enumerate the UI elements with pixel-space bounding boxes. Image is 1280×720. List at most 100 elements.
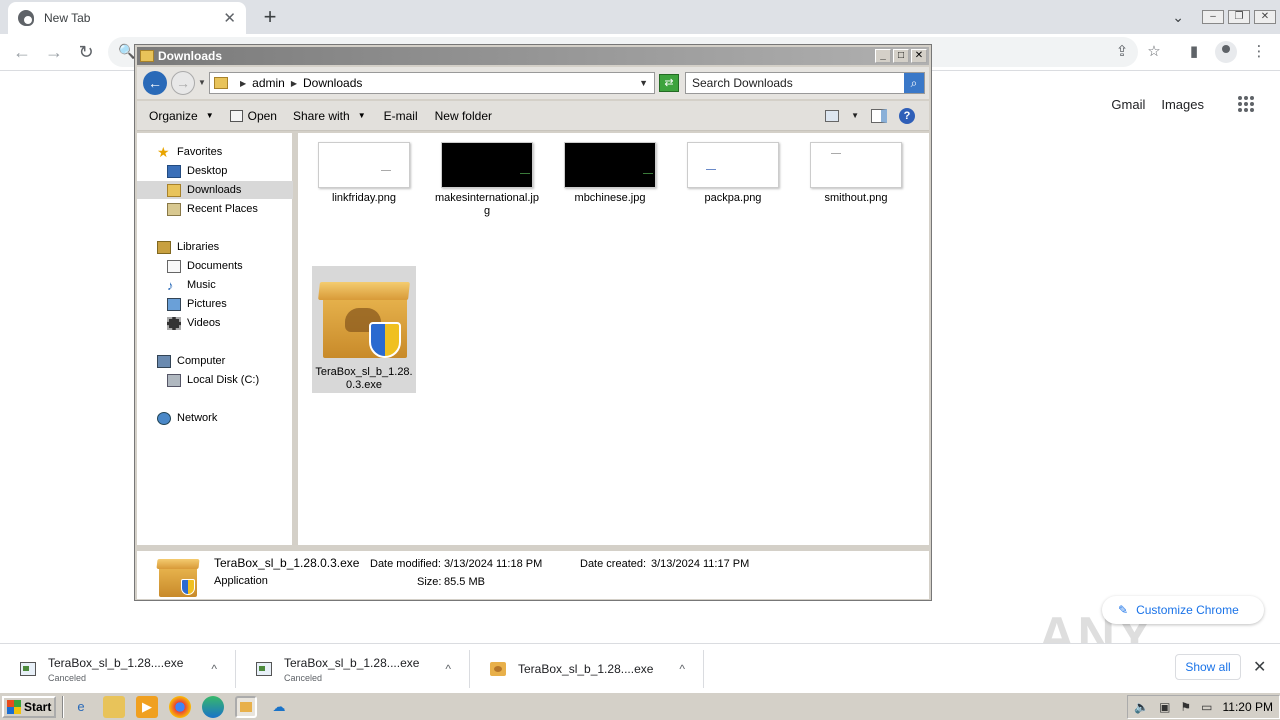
volume-icon[interactable]: 🔈 (1134, 700, 1149, 714)
forward-arrow-icon[interactable]: → (42, 40, 66, 64)
chrome-menu-icon[interactable]: ⋮ (1249, 42, 1269, 60)
edge-icon[interactable] (202, 695, 224, 718)
preview-pane-icon[interactable] (871, 108, 887, 123)
organize-button[interactable]: Organize ▼ (149, 109, 214, 123)
close-icon[interactable]: ✕ (1253, 657, 1266, 677)
terabox-cloud-icon[interactable]: ☁ (268, 696, 290, 718)
minimize-icon[interactable]: – (1202, 10, 1224, 24)
chevron-up-icon[interactable]: ^ (445, 662, 451, 676)
nav-network[interactable]: Network (137, 409, 293, 427)
recent-places-icon (167, 202, 181, 216)
close-tab-icon[interactable]: ✕ (223, 9, 236, 27)
profile-avatar-icon[interactable] (1215, 41, 1237, 63)
action-center-flag-icon[interactable]: ⚑ (1180, 700, 1191, 714)
image-thumbnail (564, 142, 656, 188)
nav-favorites[interactable]: ★ Favorites (137, 143, 293, 161)
nav-label: Pictures (187, 298, 227, 310)
star-icon: ★ (157, 143, 170, 160)
terabox-installer-icon (156, 555, 200, 597)
customize-chrome-button[interactable]: ✎ Customize Chrome (1102, 596, 1264, 624)
window-controls: ⌄ – ❐ ✕ (1172, 0, 1280, 34)
history-dropdown-icon[interactable]: ▼ (198, 78, 206, 87)
nav-recent-places[interactable]: Recent Places (137, 200, 293, 218)
address-bar[interactable]: ▶ admin ▶ Downloads ▼ (209, 72, 655, 94)
battery-icon[interactable]: ▭ (1201, 700, 1212, 714)
explorer-title: Downloads (158, 49, 223, 63)
share-with-button[interactable]: Share with ▼ (293, 109, 366, 123)
chevron-up-icon[interactable]: ^ (211, 662, 217, 676)
search-placeholder: Search Downloads (692, 76, 793, 90)
file-item-selected[interactable]: TeraBox_sl_b_1.28.0.3.exe (312, 266, 416, 393)
nav-downloads[interactable]: Downloads (137, 181, 293, 199)
file-item[interactable]: linkfriday.png (312, 133, 416, 205)
chrome-icon[interactable] (169, 695, 191, 718)
explorer-titlebar[interactable]: Downloads _ □ ✕ (137, 47, 929, 65)
nav-documents[interactable]: Documents (137, 257, 293, 275)
new-tab-button[interactable]: + (259, 4, 281, 30)
chevron-down-icon[interactable]: ▼ (639, 78, 648, 88)
breadcrumb-admin[interactable]: admin (252, 76, 285, 90)
pictures-icon (167, 297, 181, 311)
search-input[interactable]: Search Downloads ⌕ (685, 72, 925, 94)
size-label: Size: (417, 576, 442, 588)
maximize-icon[interactable]: □ (893, 49, 909, 63)
terabox-taskbar-icon[interactable] (235, 695, 257, 718)
image-thumbnail (687, 142, 779, 188)
nav-videos[interactable]: Videos (137, 314, 293, 332)
download-item[interactable]: TeraBox_sl_b_1.28....exe Canceled ^ (236, 650, 470, 688)
bookmark-star-icon[interactable]: ☆ (1144, 42, 1164, 60)
nav-computer[interactable]: Computer (137, 352, 293, 370)
breadcrumb-downloads[interactable]: Downloads (303, 76, 362, 90)
close-icon[interactable]: ✕ (911, 49, 927, 63)
nav-libraries[interactable]: Libraries (137, 238, 293, 256)
reload-icon[interactable]: ↻ (74, 40, 98, 64)
nav-pictures[interactable]: Pictures (137, 295, 293, 313)
gmail-link[interactable]: Gmail (1111, 97, 1145, 112)
back-arrow-icon[interactable]: ← (10, 40, 34, 64)
download-item[interactable]: TeraBox_sl_b_1.28....exe ^ (470, 650, 704, 688)
refresh-icon[interactable]: ⇄ (659, 74, 679, 92)
google-apps-icon[interactable] (1238, 96, 1254, 112)
tab-search-chevron-icon[interactable]: ⌄ (1172, 9, 1184, 26)
libraries-icon (157, 240, 171, 254)
file-item[interactable]: makesinternational.jpg (435, 133, 539, 218)
minimize-icon[interactable]: _ (875, 49, 891, 63)
nav-local-disk[interactable]: Local Disk (C:) (137, 371, 293, 389)
download-item[interactable]: TeraBox_sl_b_1.28....exe Canceled ^ (0, 650, 236, 688)
file-name: mbchinese.jpg (574, 192, 646, 204)
media-player-icon[interactable]: ▶ (136, 695, 158, 718)
share-icon[interactable]: ⇪ (1112, 42, 1132, 60)
close-window-icon[interactable]: ✕ (1254, 10, 1276, 24)
email-button[interactable]: E-mail (384, 109, 418, 123)
help-icon[interactable]: ? (899, 107, 915, 124)
start-button[interactable]: Start (2, 695, 56, 718)
file-item[interactable]: smithout.png (804, 133, 908, 205)
tab-new-tab[interactable]: New Tab ✕ (8, 2, 246, 34)
internet-explorer-icon[interactable]: e (70, 696, 92, 718)
search-icon[interactable]: ⌕ (904, 73, 924, 93)
file-item[interactable]: mbchinese.jpg (558, 133, 662, 205)
change-view-icon[interactable] (825, 109, 840, 122)
nav-desktop[interactable]: Desktop (137, 162, 293, 180)
chevron-right-icon[interactable]: ▶ (291, 79, 297, 88)
details-file-name: TeraBox_sl_b_1.28.0.3.exe (214, 556, 360, 570)
file-explorer-icon[interactable] (103, 695, 125, 718)
restore-icon[interactable]: ❐ (1228, 10, 1250, 24)
chevron-right-icon[interactable]: ▶ (240, 79, 246, 88)
download-shelf: TeraBox_sl_b_1.28....exe Canceled ^ Tera… (0, 643, 1280, 692)
open-button[interactable]: Open (229, 109, 277, 123)
forward-arrow-icon[interactable]: → (171, 71, 195, 95)
images-link[interactable]: Images (1161, 97, 1204, 112)
chevron-down-icon: ▼ (205, 111, 214, 120)
show-all-button[interactable]: Show all (1175, 654, 1241, 680)
nav-music[interactable]: ♪ Music (137, 276, 293, 294)
side-panel-icon[interactable]: ▮ (1184, 42, 1204, 60)
network-icon[interactable]: ▣ (1159, 700, 1170, 714)
newtab-top-links: Gmail Images (1111, 96, 1254, 112)
file-item[interactable]: packpa.png (681, 133, 785, 205)
clock[interactable]: 11:20 PM (1223, 700, 1273, 714)
chevron-down-icon[interactable]: ▼ (851, 111, 859, 120)
back-arrow-icon[interactable]: ← (143, 71, 167, 95)
new-folder-button[interactable]: New folder (435, 109, 492, 123)
chevron-up-icon[interactable]: ^ (679, 662, 685, 676)
